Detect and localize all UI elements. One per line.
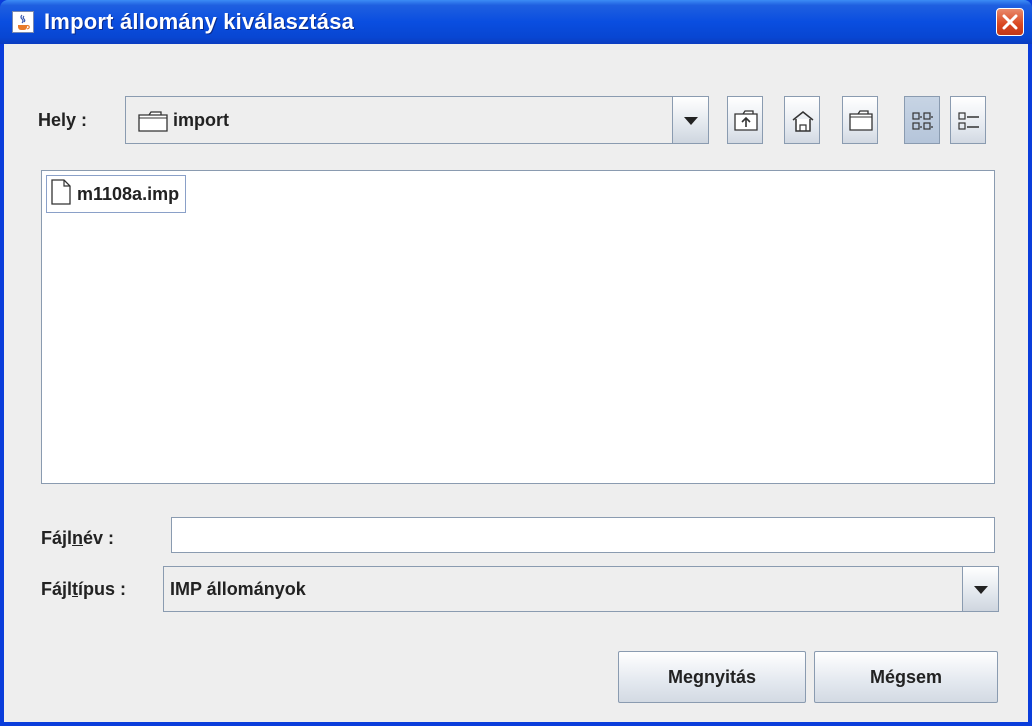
file-icon bbox=[51, 178, 71, 210]
home-button[interactable] bbox=[784, 96, 820, 144]
new-folder-button[interactable] bbox=[842, 96, 878, 144]
filetype-value: IMP állományok bbox=[170, 579, 306, 599]
filename-label-prefix: Fájl bbox=[41, 528, 73, 548]
filetype-label: Fájltípus : bbox=[41, 579, 126, 600]
file-list[interactable]: m1108a.imp bbox=[41, 170, 995, 484]
details-view-icon bbox=[958, 112, 979, 130]
close-icon bbox=[1002, 14, 1018, 30]
file-name: m1108a.imp bbox=[77, 183, 180, 204]
up-folder-icon bbox=[734, 110, 758, 131]
close-button[interactable] bbox=[996, 8, 1024, 36]
location-dropdown-arrow[interactable] bbox=[672, 97, 708, 143]
new-folder-icon bbox=[849, 110, 873, 131]
title-bar[interactable]: Import állomány kiválasztása bbox=[0, 0, 1032, 44]
filename-label-mnemonic: n bbox=[72, 528, 84, 548]
chevron-down-icon bbox=[974, 586, 988, 594]
list-view-icon bbox=[912, 112, 933, 130]
java-cup-icon[interactable] bbox=[12, 11, 34, 33]
chevron-down-icon bbox=[684, 117, 698, 125]
details-view-button[interactable] bbox=[950, 96, 986, 144]
filetype-label-prefix: Fájl bbox=[41, 579, 73, 599]
filename-label: Fájlnév : bbox=[41, 528, 114, 549]
list-view-button[interactable] bbox=[904, 96, 940, 144]
home-icon bbox=[792, 111, 814, 132]
dialog-content: Hely : import m1108a.imp Fájlnév: Fájlt… bbox=[4, 44, 1028, 722]
filetype-combobox[interactable]: IMP állományok bbox=[163, 566, 999, 612]
folder-icon bbox=[138, 110, 168, 137]
open-button[interactable]: Megnyitás bbox=[618, 651, 806, 703]
filename-input[interactable] bbox=[171, 517, 995, 553]
filetype-label-suffix: ípus : bbox=[78, 579, 127, 599]
file-item[interactable]: m1108a.imp bbox=[46, 175, 187, 213]
up-one-level-button[interactable] bbox=[727, 96, 763, 144]
dialog-window: Import állomány kiválasztása Hely : impo… bbox=[0, 0, 1032, 726]
cancel-button[interactable]: Mégsem bbox=[814, 651, 998, 703]
location-combobox[interactable]: import bbox=[125, 96, 709, 144]
filetype-dropdown-arrow[interactable] bbox=[962, 567, 998, 611]
location-label: Hely : bbox=[38, 110, 88, 130]
filename-label-suffix: év : bbox=[83, 528, 115, 548]
location-value: import bbox=[173, 110, 229, 130]
window-title: Import állomány kiválasztása bbox=[44, 9, 355, 34]
